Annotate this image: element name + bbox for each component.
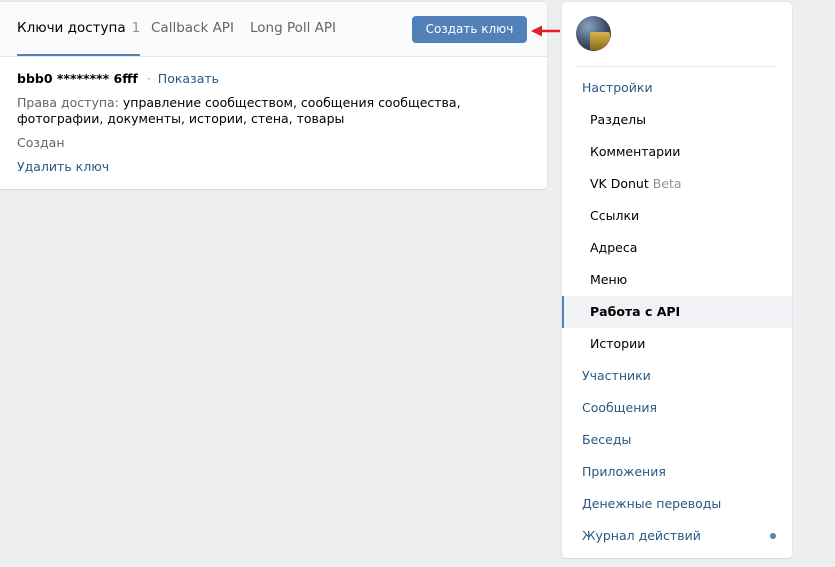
- create-key-button[interactable]: Создать ключ: [412, 16, 527, 43]
- tab-long-poll-api[interactable]: Long Poll API: [250, 2, 336, 56]
- arrow-left-icon: [531, 25, 560, 37]
- sidebar-item-addresses[interactable]: Адреса: [562, 232, 792, 264]
- access-rights: Права доступа: управление сообществом, с…: [17, 95, 517, 127]
- sidebar-item-sections[interactable]: Разделы: [562, 104, 792, 136]
- sidebar-item-comments[interactable]: Комментарии: [562, 136, 792, 168]
- created-label: Создан: [17, 135, 65, 150]
- sidebar-item-settings[interactable]: Настройки: [562, 72, 792, 104]
- sidebar-item-members[interactable]: Участники: [562, 360, 792, 392]
- sidebar-item-label: Меню: [590, 272, 628, 287]
- tab-callback-api[interactable]: Callback API: [151, 2, 234, 56]
- beta-badge: Beta: [652, 176, 682, 191]
- settings-sidebar: Настройки Разделы Комментарии VK Donut Be…: [562, 2, 792, 558]
- sidebar-item-apps[interactable]: Приложения: [562, 456, 792, 488]
- sidebar-item-label: Журнал действий: [582, 528, 701, 543]
- sidebar-item-money-transfers[interactable]: Денежные переводы: [562, 488, 792, 520]
- sidebar-divider: [576, 66, 777, 67]
- key-row: bbb0 ******** 6fff · Показать: [17, 71, 219, 86]
- delete-key-link[interactable]: Удалить ключ: [17, 159, 109, 174]
- sidebar-item-label: Разделы: [590, 112, 647, 127]
- sidebar-item-label: VK Donut: [590, 176, 649, 191]
- sidebar-item-label: Работа с API: [590, 304, 681, 319]
- separator-dot: ·: [146, 71, 151, 86]
- sidebar-item-label: Адреса: [590, 240, 638, 255]
- access-keys-panel: Ключи доступа 1 Callback API Long Poll AP…: [0, 2, 560, 189]
- show-key-link[interactable]: Показать: [158, 71, 219, 86]
- sidebar-item-label: Истории: [590, 336, 646, 351]
- sidebar-item-vk-donut[interactable]: VK Donut Beta: [562, 168, 792, 200]
- avatar-image: [590, 32, 610, 50]
- sidebar-item-label: Денежные переводы: [582, 496, 722, 511]
- tab-access-keys-count: 1: [131, 20, 141, 36]
- sidebar-item-menu[interactable]: Меню: [562, 264, 792, 296]
- tab-bar: Ключи доступа 1 Callback API Long Poll AP…: [0, 2, 560, 57]
- community-avatar[interactable]: [576, 16, 611, 51]
- sidebar-item-label: Беседы: [582, 432, 632, 447]
- tab-access-keys[interactable]: Ключи доступа 1: [17, 2, 141, 56]
- sidebar-item-label: Комментарии: [590, 144, 681, 159]
- sidebar-item-label: Участники: [582, 368, 651, 383]
- tab-long-poll-api-label: Long Poll API: [250, 20, 337, 36]
- tab-access-keys-label: Ключи доступа: [17, 20, 126, 36]
- sidebar-item-links[interactable]: Ссылки: [562, 200, 792, 232]
- sidebar-item-action-log[interactable]: Журнал действий: [562, 520, 792, 552]
- sidebar-item-label: Приложения: [582, 464, 666, 479]
- sidebar-item-label: Ссылки: [590, 208, 640, 223]
- rights-label: Права доступа:: [17, 95, 119, 110]
- sidebar-item-stories[interactable]: Истории: [562, 328, 792, 360]
- sidebar-item-label: Сообщения: [582, 400, 658, 415]
- sidebar-item-chats[interactable]: Беседы: [562, 424, 792, 456]
- sidebar-item-messages[interactable]: Сообщения: [562, 392, 792, 424]
- sidebar-item-label: Настройки: [582, 80, 653, 95]
- tab-callback-api-label: Callback API: [151, 20, 234, 36]
- notification-dot-icon: [770, 533, 776, 539]
- sidebar-item-api[interactable]: Работа с API: [562, 296, 792, 328]
- key-name: bbb0 ******** 6fff: [17, 71, 138, 86]
